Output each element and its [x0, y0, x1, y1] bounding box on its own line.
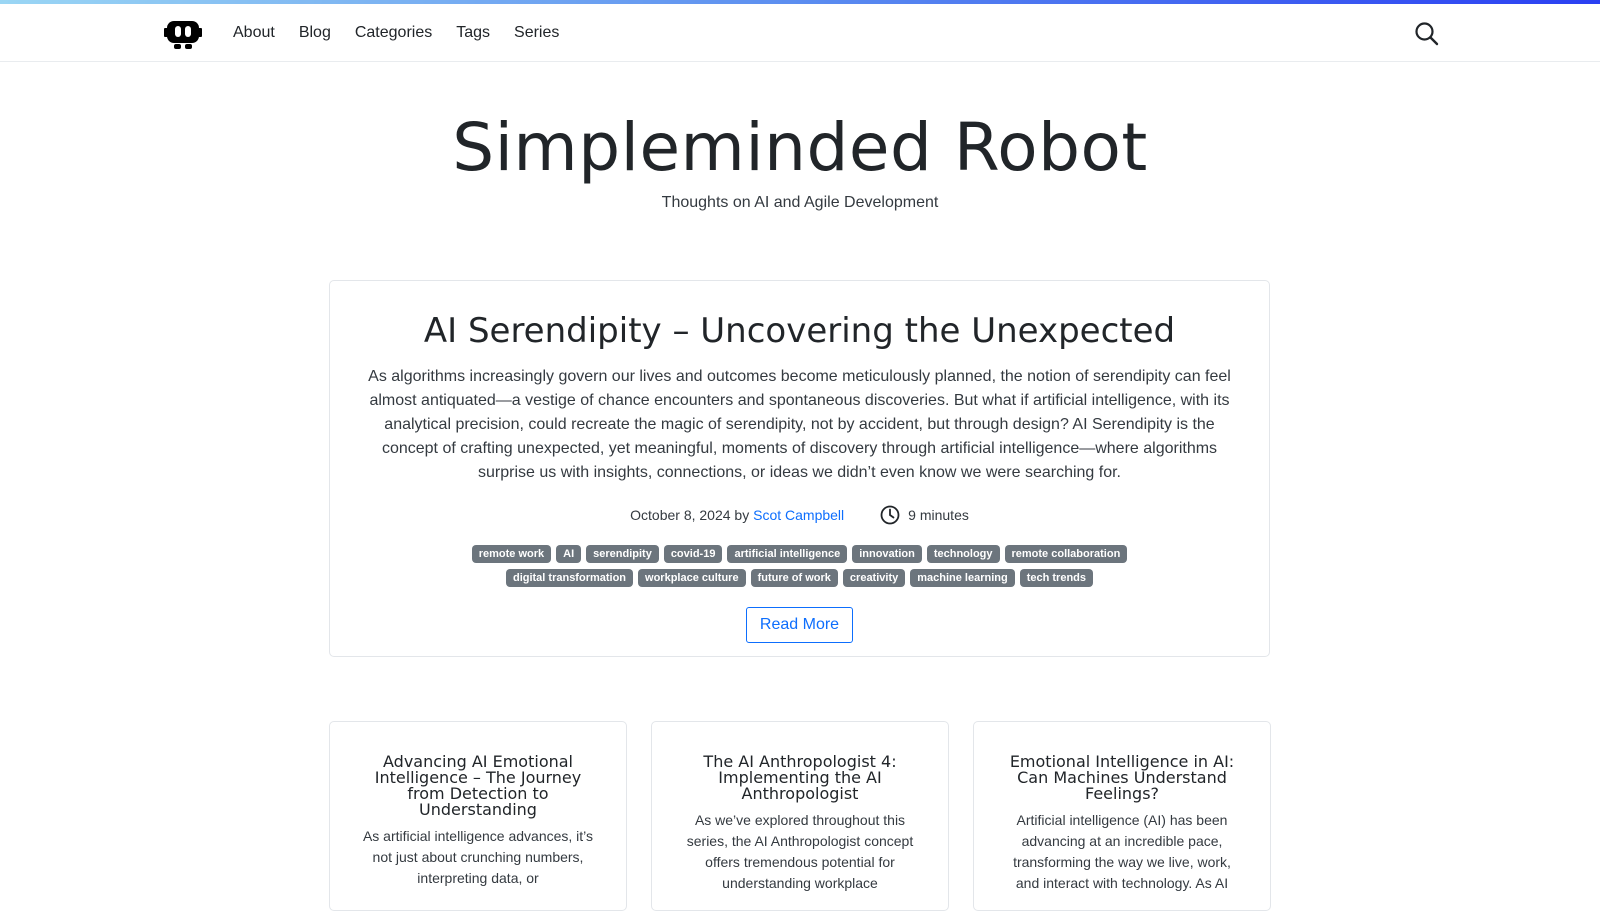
tag-badge[interactable]: serendipity: [586, 545, 659, 563]
search-icon[interactable]: [1414, 21, 1440, 47]
featured-post-excerpt: As algorithms increasingly govern our li…: [368, 368, 1231, 481]
tag-badge[interactable]: covid-19: [663, 545, 723, 563]
navbar: About Blog Categories Tags Series: [0, 4, 1600, 62]
tag-badge[interactable]: workplace culture: [638, 569, 746, 587]
tag-badge[interactable]: tech trends: [1019, 569, 1094, 587]
read-time: 9 minutes: [908, 507, 969, 523]
site-subtitle: Thoughts on AI and Agile Development: [661, 194, 939, 211]
post-card-excerpt: Artificial intelligence (AI) has been ad…: [1013, 812, 1231, 891]
post-card-excerpt: As artificial intelligence advances, it’…: [362, 828, 594, 886]
post-by: by: [734, 507, 750, 523]
nav-series[interactable]: Series: [514, 24, 559, 42]
nav-about[interactable]: About: [233, 24, 275, 42]
tag-badge[interactable]: machine learning: [910, 569, 1015, 587]
tag-badge[interactable]: future of work: [750, 569, 838, 587]
featured-post-title[interactable]: AI Serendipity – Uncovering the Unexpect…: [330, 309, 1269, 353]
tag-list: remote work AI serendipity covid-19 arti…: [420, 545, 1179, 587]
tag-badge[interactable]: innovation: [852, 545, 922, 563]
post-meta: October 8, 2024 by Scot Campbell 9 minut…: [330, 505, 1269, 525]
tag-badge[interactable]: creativity: [842, 569, 906, 587]
post-card: Emotional Intelligence in AI: Can Machin…: [973, 721, 1271, 911]
post-card-title[interactable]: Advancing AI Emotional Intelligence – Th…: [356, 754, 600, 818]
author-link[interactable]: Scot Campbell: [753, 507, 844, 523]
post-card-excerpt: As we’ve explored throughout this series…: [686, 812, 914, 891]
tag-badge[interactable]: technology: [926, 545, 1000, 563]
robot-logo-icon[interactable]: [164, 17, 202, 51]
clock-icon: [880, 505, 900, 525]
post-card: The AI Anthropologist 4: Implementing th…: [651, 721, 949, 911]
nav-blog[interactable]: Blog: [299, 24, 331, 42]
post-date: October 8, 2024: [630, 507, 731, 523]
tag-badge[interactable]: digital transformation: [505, 569, 634, 587]
tag-badge[interactable]: remote work: [471, 545, 552, 563]
nav-links: About Blog Categories Tags Series: [233, 4, 583, 62]
read-more-button[interactable]: Read More: [745, 607, 854, 643]
tag-badge[interactable]: artificial intelligence: [727, 545, 848, 563]
post-card: Advancing AI Emotional Intelligence – Th…: [329, 721, 627, 911]
tag-badge[interactable]: remote collaboration: [1004, 545, 1128, 563]
nav-categories[interactable]: Categories: [355, 24, 432, 42]
featured-post-card: AI Serendipity – Uncovering the Unexpect…: [329, 280, 1270, 657]
site-title: Simpleminded Robot: [452, 109, 1148, 186]
nav-tags[interactable]: Tags: [456, 24, 490, 42]
post-card-title[interactable]: The AI Anthropologist 4: Implementing th…: [678, 754, 922, 802]
post-card-title[interactable]: Emotional Intelligence in AI: Can Machin…: [1000, 754, 1244, 802]
tag-badge[interactable]: AI: [556, 545, 582, 563]
